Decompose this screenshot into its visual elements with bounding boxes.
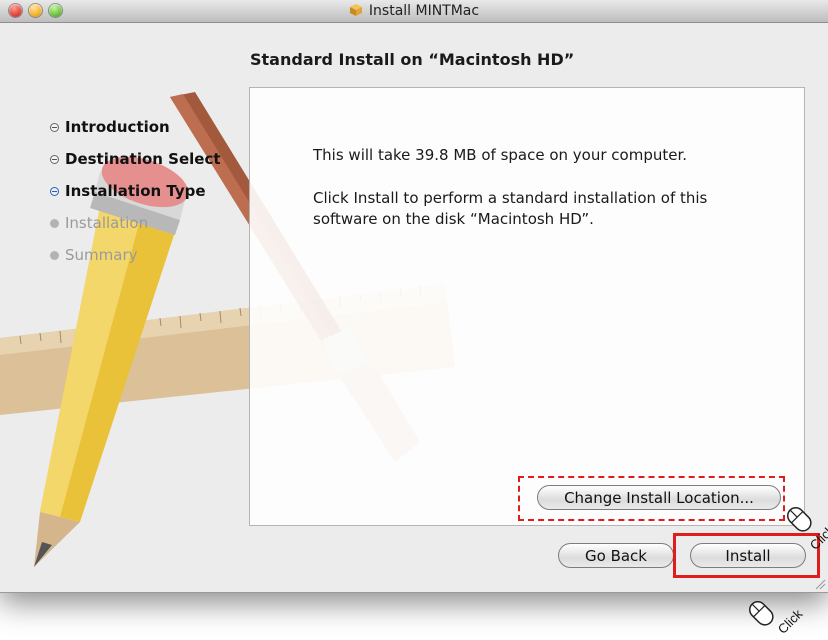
window-title-text: Install MINTMac [368,3,480,19]
install-instructions-text: Click Install to perform a standard inst… [313,189,708,228]
step-label: Introduction [65,118,170,136]
installer-steps: Introduction Destination Select Installa… [50,117,221,277]
step-destination-select: Destination Select [50,149,221,181]
step-active-icon [50,187,59,196]
step-label: Destination Select [65,150,221,168]
step-label: Summary [65,246,138,264]
window-title: Install MINTMac [0,3,828,19]
step-label: Installation Type [65,182,206,200]
install-button[interactable]: Install [690,543,806,568]
step-pending-icon [50,251,59,260]
go-back-button[interactable]: Go Back [558,543,674,568]
package-icon [349,4,362,16]
content-panel: This will take 39.8 MB of space on your … [249,87,805,526]
space-required-text: This will take 39.8 MB of space on your … [313,146,688,164]
change-install-location-button[interactable]: Change Install Location... [537,485,781,510]
title-bar: Install MINTMac [0,0,828,23]
step-installation-type: Installation Type [50,181,221,213]
step-pending-icon [50,219,59,228]
step-done-icon [50,155,59,164]
step-installation: Installation [50,213,221,245]
step-label: Installation [65,214,149,232]
page-heading: Standard Install on “Macintosh HD” [250,50,575,69]
step-done-icon [50,123,59,132]
installer-window: Install MINTMac Standard Install on “Mac… [0,0,828,593]
step-introduction: Introduction [50,117,221,149]
step-summary: Summary [50,245,221,277]
resize-grip-icon[interactable] [814,578,826,590]
